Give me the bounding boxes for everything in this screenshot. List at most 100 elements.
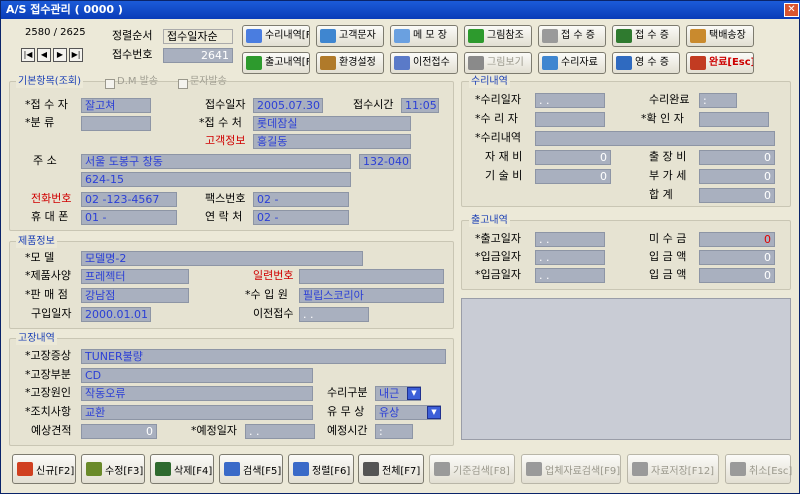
fax-field[interactable]: 02 - [253,192,349,207]
new-button[interactable]: 신규[F2] [12,454,76,484]
address1-field[interactable]: 서울 도봉구 창동 [81,154,351,169]
cancel-button[interactable]: 취소[Esc] [725,454,792,484]
model-field[interactable]: 모델명-2 [81,251,363,266]
chevron-down-icon[interactable]: ▼ [407,387,421,400]
symptom-field[interactable]: TUNER불량 [81,349,446,364]
material-cost-field[interactable]: 0 [535,150,611,165]
spec-field[interactable]: 프레젝터 [81,269,189,284]
customer-sms-button[interactable]: 고객문자 [316,25,384,47]
list-icon [363,462,379,476]
save-label: 자료저장[F12] [651,465,715,477]
repair-history-button[interactable]: 수리내역[F10] [242,25,310,47]
receipt-no-field[interactable]: 2641 [163,48,233,63]
edit-button[interactable]: 수정[F3] [81,454,145,484]
unpaid-field[interactable]: 0 [699,232,775,247]
importer-field[interactable]: 필립스코리아 [299,288,444,303]
sort-button[interactable]: 정렬[F6] [288,454,354,484]
repair-done-field[interactable]: : [699,93,737,108]
pay-amount1-field[interactable]: 0 [699,250,775,265]
fault-part-field[interactable]: CD [81,368,313,383]
mobile-label: 휴 대 폰 [31,210,69,223]
all-button[interactable]: 전체[F7] [358,454,424,484]
vat-field[interactable]: 0 [699,169,775,184]
last-record-icon[interactable]: ▶| [69,48,83,62]
category-field[interactable] [81,116,151,131]
settings-label: 환경설정 [339,57,376,68]
pay-date2-field[interactable]: . . [535,268,605,283]
new-label: 신규[F2] [36,465,75,477]
sort-label: 정렬[F6] [312,465,351,477]
repair-person-field[interactable] [535,112,605,127]
sort-order-field[interactable]: 접수일자순 [163,29,233,44]
delete-icon [155,462,171,476]
phone-field[interactable]: 02 -123-4567 [81,192,177,207]
receiver-field[interactable]: 잘고쳐 [81,98,151,113]
fault-cause-field[interactable]: 작동오류 [81,386,313,401]
delivery-slip-label: 택배송장 [709,30,746,41]
pay-date1-field[interactable]: . . [535,250,605,265]
basic-info-title: 기본항목(조회) [16,76,84,88]
dm-label: D.M 발송 [117,76,159,87]
receipt-print1-button[interactable]: 접 수 증 [538,25,606,47]
prev-receipt-field[interactable]: . . [299,307,369,322]
memo-button[interactable]: 메 모 장 [390,25,458,47]
shipping-history-button[interactable]: 출고내역[F11] [242,52,310,74]
due-time-field[interactable]: : [375,424,413,439]
receipt-print2-button[interactable]: 접 수 증 [612,25,680,47]
buy-date-field[interactable]: 2000.01.01 [81,307,151,322]
address2-field[interactable]: 624-15 [81,172,351,187]
pay-amount2-field[interactable]: 0 [699,268,775,283]
people-icon [224,462,240,476]
picture-ref-button[interactable]: 그림참조 [464,25,532,47]
delivery-slip-button[interactable]: 택배송장 [686,25,754,47]
save-button[interactable]: 자료저장[F12] [627,454,719,484]
dm-checkbox[interactable] [105,79,115,89]
customer-field[interactable]: 홍길동 [253,134,411,149]
receipt-place-field[interactable]: 롯데잠실 [253,116,411,131]
delete-button[interactable]: 삭제[F4] [150,454,214,484]
zip-field[interactable]: 132-040 [359,154,411,169]
contact-field[interactable]: 02 - [253,210,349,225]
gear-icon [320,56,336,70]
close-icon[interactable]: ✕ [784,3,799,17]
receipt-time-field[interactable]: 11:05 [401,98,439,113]
repair-date-field[interactable]: . . [535,93,605,108]
first-record-icon[interactable]: |◀ [21,48,35,62]
ship-date-field[interactable]: . . [535,232,605,247]
shipping-info-title: 출고내역 [469,215,510,227]
store-field[interactable]: 강남점 [81,288,189,303]
due-date-field[interactable]: . . [245,424,315,439]
sms-checkbox[interactable] [178,79,188,89]
window-title: A/S 접수관리 ( 0000 ) [6,3,123,16]
edit-label: 수정[F3] [105,465,144,477]
prev-record-icon[interactable]: ◀ [37,48,51,62]
all-search-button[interactable]: 업체자료검색[F9] [521,454,621,484]
serial-field[interactable] [299,269,444,284]
next-record-icon[interactable]: ▶ [53,48,67,62]
sms-label: 문자발송 [190,76,227,87]
pay-date2-label: *입금일자 [475,268,521,281]
receipt-date-field[interactable]: 2005.07.30 [253,98,323,113]
picture-view-button[interactable]: 그림보기 [464,52,532,74]
repair-detail-field[interactable] [535,131,775,146]
new-icon [17,462,33,476]
previous-receipt-button[interactable]: 이전접수 [390,52,458,74]
repair-fee-button[interactable]: 수리자료 [538,52,606,74]
estimate-field[interactable]: 0 [81,424,157,439]
total-field[interactable]: 0 [699,188,775,203]
mobile-field[interactable]: 01 - [81,210,177,225]
arrow-icon [246,56,262,70]
memo-area[interactable] [461,298,791,440]
settings-button[interactable]: 환경설정 [316,52,384,74]
tech-cost-field[interactable]: 0 [535,169,611,184]
confirm-person-field[interactable] [699,112,769,127]
trip-cost-field[interactable]: 0 [699,150,775,165]
base-search-button[interactable]: 기준검색[F8] [429,454,515,484]
search-button[interactable]: 검색[F5] [219,454,283,484]
chevron-down-icon[interactable]: ▼ [427,406,441,419]
done-button[interactable]: 완료[Esc] [686,52,754,74]
door-icon [690,56,706,70]
action-field[interactable]: 교환 [81,405,313,420]
receipt-print3-button[interactable]: 영 수 증 [612,52,680,74]
repair-info-title: 수리내역 [469,76,510,88]
